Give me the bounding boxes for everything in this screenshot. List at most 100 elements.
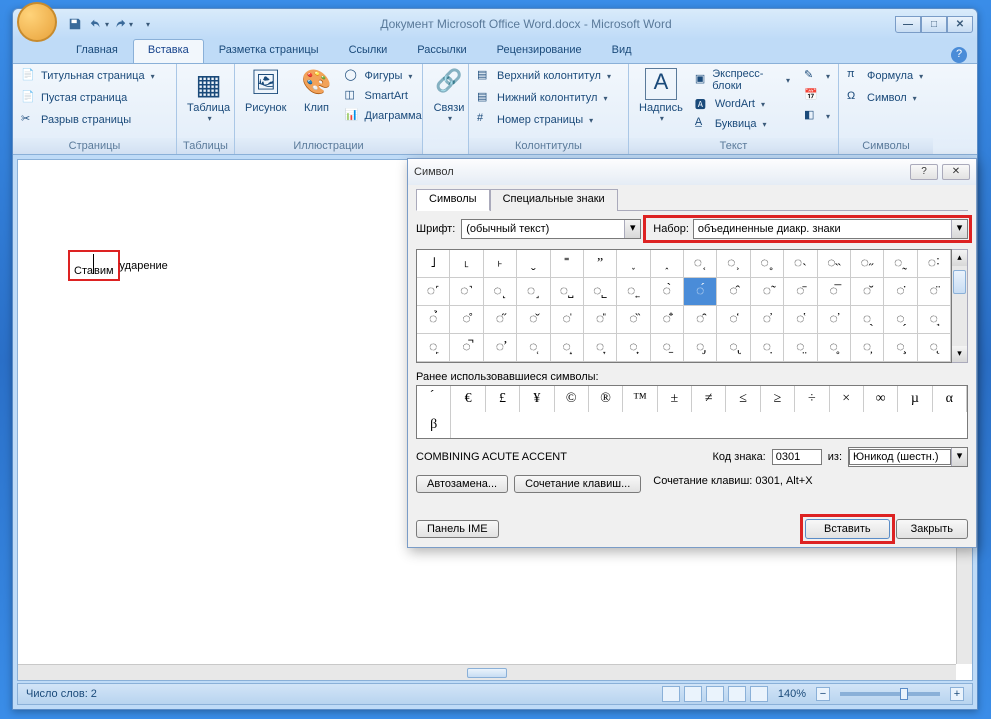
recent-cell[interactable]: × (830, 386, 864, 412)
symbol-cell[interactable]: ◌˻ (484, 278, 517, 306)
symbol-cell[interactable]: ◌̒ (717, 306, 750, 334)
scroll-thumb[interactable] (953, 270, 966, 294)
symbol-cell[interactable]: ◌˾ (584, 278, 617, 306)
symbol-cell[interactable]: ◌̓ (751, 306, 784, 334)
symbol-button[interactable]: ΩСимвол▾ (843, 88, 921, 108)
recent-cell[interactable]: © (555, 386, 589, 412)
blank-page-button[interactable]: 📄Пустая страница (17, 88, 131, 108)
zoom-thumb[interactable] (900, 688, 908, 700)
symbol-cell[interactable]: ◌̘ (918, 306, 951, 334)
symbol-cell[interactable]: ˪ (450, 250, 483, 278)
view-print-layout[interactable] (662, 686, 680, 702)
page-break-button[interactable]: ✂Разрыв страницы (17, 110, 135, 130)
symbol-cell[interactable]: ◌̈ (918, 278, 951, 306)
scroll-down-icon[interactable]: ▾ (952, 346, 967, 362)
sig-button[interactable]: ✎▾ (800, 66, 834, 86)
dialog-help-button[interactable]: ? (910, 164, 938, 180)
view-draft[interactable] (750, 686, 768, 702)
symbol-cell[interactable]: ◌˴ (784, 250, 817, 278)
symbol-cell[interactable]: ◌˷ (884, 250, 917, 278)
zoom-slider[interactable] (840, 692, 940, 696)
dialog-titlebar[interactable]: Символ ? ✕ (408, 159, 976, 185)
recent-cell[interactable]: ™ (623, 386, 657, 412)
symbol-cell[interactable]: ◌̤ (784, 334, 817, 362)
word-count[interactable]: Число слов: 2 (26, 688, 97, 700)
recent-cell[interactable]: ¥ (520, 386, 554, 412)
symbol-cell[interactable]: ◌̧ (884, 334, 917, 362)
symbol-cell[interactable]: ◌̢ (717, 334, 750, 362)
footer-button[interactable]: ▤Нижний колонтитул▾ (473, 88, 611, 108)
symbol-cell[interactable]: ◌̃ (751, 278, 784, 306)
pagenum-button[interactable]: #Номер страницы▾ (473, 110, 597, 130)
symbol-cell[interactable]: ◌˹ (417, 278, 450, 306)
symbol-cell[interactable]: ◌̌ (517, 306, 550, 334)
symbol-cell[interactable]: ◌̋ (484, 306, 517, 334)
set-dropdown-icon[interactable]: ▾ (951, 220, 967, 238)
office-button[interactable] (17, 2, 57, 42)
symbol-cell[interactable]: ◌̡ (684, 334, 717, 362)
recent-cell[interactable]: ≥ (761, 386, 795, 412)
from-dropdown-icon[interactable]: ▾ (951, 448, 967, 466)
zoom-in-button[interactable]: + (950, 687, 964, 701)
symbol-cell[interactable]: ◌̝ (551, 334, 584, 362)
ime-panel-button[interactable]: Панель IME (416, 520, 499, 538)
tab-references[interactable]: Ссылки (334, 39, 403, 63)
title-page-button[interactable]: 📄Титульная страница▾ (17, 66, 159, 86)
from-combo[interactable]: ▾ (848, 447, 968, 467)
symbol-cell[interactable]: ◌̄ (784, 278, 817, 306)
symbol-cell[interactable]: ◌̅ (818, 278, 851, 306)
recent-cell[interactable]: β (417, 412, 451, 438)
recent-cell[interactable]: ≠ (692, 386, 726, 412)
recent-cell[interactable]: € (451, 386, 485, 412)
symbol-cell[interactable]: ◌̊ (450, 306, 483, 334)
symbol-cell[interactable]: ◌̔ (784, 306, 817, 334)
close-dialog-button[interactable]: Закрыть (896, 519, 968, 539)
symbol-cell[interactable]: ◌˶ (851, 250, 884, 278)
font-input[interactable] (462, 223, 624, 235)
clip-button[interactable]: 🎨Клип (295, 66, 339, 116)
zoom-level[interactable]: 140% (778, 688, 806, 700)
scroll-up-icon[interactable]: ▴ (952, 250, 967, 266)
obj-button[interactable]: ◧▾ (800, 106, 834, 126)
grid-scrollbar[interactable]: ▴ ▾ (952, 249, 968, 363)
table-button[interactable]: ▦Таблица▾ (181, 66, 236, 125)
symbol-cell[interactable]: ◌̣ (751, 334, 784, 362)
formula-button[interactable]: πФормула▾ (843, 66, 927, 86)
symbol-cell[interactable]: ◌̞ (584, 334, 617, 362)
view-outline[interactable] (728, 686, 746, 702)
symbol-cell[interactable]: ◌̙ (417, 334, 450, 362)
recent-cell[interactable]: ± (658, 386, 692, 412)
redo-icon[interactable]: ▾ (113, 14, 133, 34)
view-web[interactable] (706, 686, 724, 702)
symbol-cell[interactable]: ◌̗ (884, 306, 917, 334)
recent-cell[interactable]: ́ (417, 386, 451, 412)
horizontal-scrollbar[interactable] (18, 664, 956, 680)
symbol-cell[interactable]: ◌̨ (918, 334, 951, 362)
symbol-cell[interactable]: ◌̆ (851, 278, 884, 306)
symbol-cell[interactable]: ◌́ (684, 278, 717, 306)
shortcut-button[interactable]: Сочетание клавиш... (514, 475, 641, 493)
symbol-cell[interactable]: ◌̏ (617, 306, 650, 334)
quickparts-button[interactable]: ▣Экспресс-блоки▾ (691, 66, 794, 94)
textbox-button[interactable]: AНадпись▾ (633, 66, 689, 125)
tab-mailings[interactable]: Рассылки (402, 39, 481, 63)
font-combo[interactable]: ▾ (461, 219, 641, 239)
symbol-cell[interactable]: ◌̚ (450, 334, 483, 362)
wordart-button[interactable]: 🅰WordArt▾ (691, 94, 794, 114)
recent-cell[interactable]: ® (589, 386, 623, 412)
symbol-cell[interactable]: ◌˳ (751, 250, 784, 278)
insert-button[interactable]: Вставить (805, 519, 890, 539)
symbol-cell[interactable]: ˰ (651, 250, 684, 278)
symbol-cell[interactable]: ˩ (417, 250, 450, 278)
symbol-cell[interactable]: ◌˸ (918, 250, 951, 278)
tab-view[interactable]: Вид (597, 39, 647, 63)
symbol-cell[interactable]: ˯ (617, 250, 650, 278)
code-input[interactable] (772, 449, 822, 465)
symbol-cell[interactable]: ◌˿ (617, 278, 650, 306)
symbol-cell[interactable]: ◌̖ (851, 306, 884, 334)
set-input[interactable] (694, 223, 951, 235)
symbol-cell[interactable]: ◌˺ (450, 278, 483, 306)
symbol-cell[interactable]: ◌̑ (684, 306, 717, 334)
symbol-cell[interactable]: ◌̉ (417, 306, 450, 334)
qat-customize-icon[interactable]: ▾ (137, 14, 157, 34)
